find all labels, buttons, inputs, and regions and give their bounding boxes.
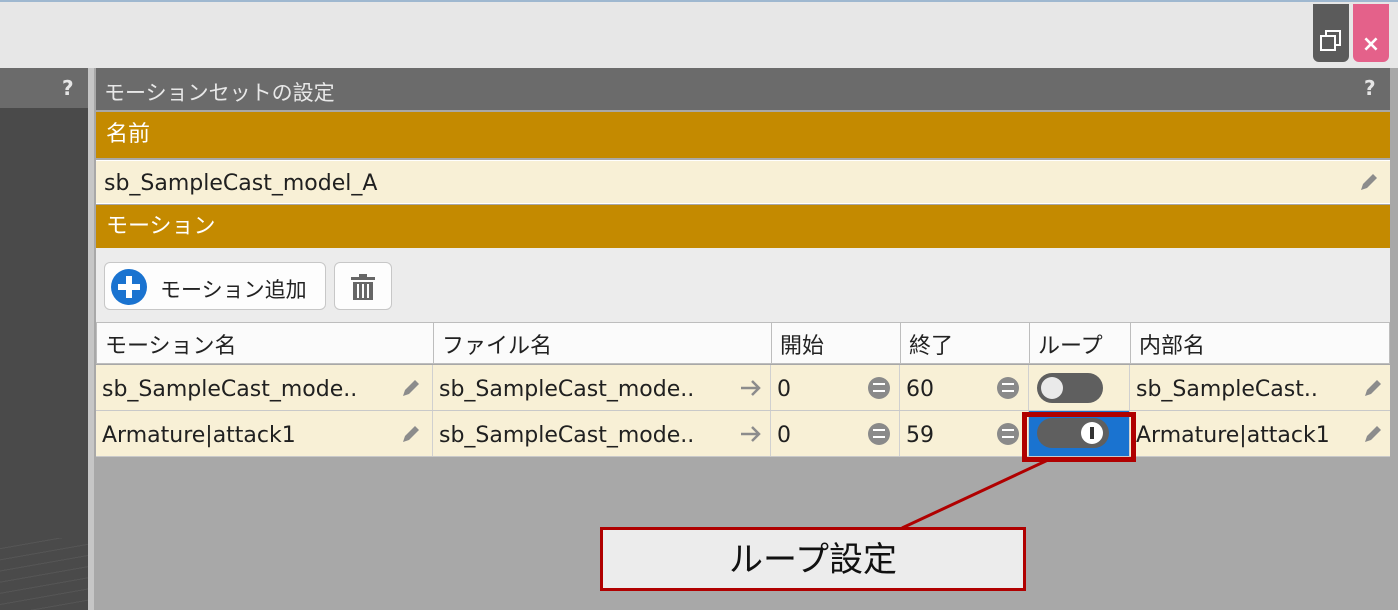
callout-label: ループ設定 (729, 540, 897, 580)
loop-callout: ループ設定 (600, 527, 1026, 591)
callout-connector-line (901, 458, 1049, 530)
